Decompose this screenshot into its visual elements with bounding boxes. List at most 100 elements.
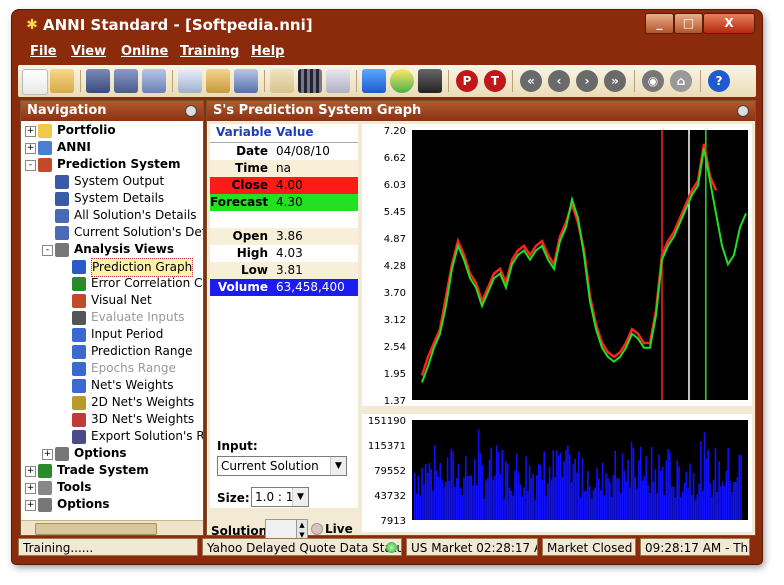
maximize-button[interactable]: □ — [674, 13, 703, 34]
volume-bar — [501, 449, 504, 520]
home-icon[interactable]: ⌂ — [670, 70, 692, 92]
tree-expander[interactable]: + — [25, 126, 36, 137]
binoculars-icon[interactable] — [418, 69, 442, 93]
delete-icon[interactable] — [326, 69, 350, 93]
tree-item[interactable]: Export Solution's Re — [91, 428, 203, 445]
save-all-icon[interactable] — [114, 69, 138, 93]
tree-expander[interactable]: + — [25, 143, 36, 154]
menu-online[interactable]: Online — [121, 44, 168, 59]
tree-expander[interactable]: - — [25, 160, 36, 171]
tree-item[interactable]: Evaluate Inputs — [91, 309, 185, 326]
volume-bar — [716, 492, 719, 520]
next-icon[interactable]: › — [576, 70, 598, 92]
p-button[interactable]: P — [456, 70, 478, 92]
tree-item[interactable]: System Output — [74, 173, 164, 190]
last-icon[interactable]: » — [604, 70, 626, 92]
tree-item[interactable]: Epochs Range — [91, 360, 176, 377]
wand-icon[interactable] — [270, 69, 294, 93]
tree-item[interactable]: Portfolio — [57, 122, 116, 139]
close-button[interactable]: X — [703, 13, 755, 34]
scatter-icon — [72, 277, 86, 291]
volume-bar — [525, 456, 527, 520]
volume-bar — [736, 477, 739, 520]
tree-item[interactable]: Tools — [57, 479, 91, 496]
menu-file[interactable]: File — [30, 44, 57, 59]
new-icon[interactable] — [22, 69, 48, 95]
tree-item[interactable]: Error Correlation Ch — [91, 275, 203, 292]
title-bar[interactable]: ✱ ANNI Standard - [Softpedia.nni] _ □ X — [12, 10, 762, 41]
menu-training[interactable]: Training — [180, 44, 239, 59]
tree-item[interactable]: ANNI — [57, 139, 91, 156]
pin-icon[interactable] — [737, 105, 749, 117]
copy-icon[interactable] — [178, 69, 202, 93]
volume-bar — [532, 473, 534, 520]
tree-expander[interactable]: + — [25, 500, 36, 511]
tree-item[interactable]: 3D Net's Weights — [91, 411, 194, 428]
volume-bar — [508, 487, 511, 520]
first-icon[interactable]: « — [520, 70, 542, 92]
tree-item[interactable]: Options — [74, 445, 127, 462]
plot-background — [412, 130, 748, 400]
tree-item[interactable]: Prediction System — [57, 156, 180, 173]
volume-bar — [594, 487, 596, 520]
import-icon[interactable] — [234, 69, 258, 93]
size-select[interactable]: 1.0 : 1 ▼ — [251, 487, 309, 507]
volume-bar — [634, 477, 637, 520]
tree-item[interactable]: Trade System — [57, 462, 149, 479]
chevron-down-icon[interactable]: ▼ — [292, 488, 308, 506]
volume-bar — [561, 477, 564, 520]
open-icon[interactable] — [50, 69, 74, 93]
previous-icon[interactable]: ‹ — [548, 70, 570, 92]
download-icon[interactable] — [362, 69, 386, 93]
pin-icon[interactable] — [185, 105, 197, 117]
volume-bar — [445, 481, 447, 520]
tree-item[interactable]: Current Solution's Detail — [74, 224, 203, 241]
volume-bar — [414, 473, 416, 520]
volume-bar — [448, 480, 451, 520]
horizontal-scrollbar[interactable] — [21, 520, 203, 535]
tree-expander[interactable]: + — [25, 466, 36, 477]
weights-icon[interactable] — [390, 69, 414, 93]
tree-item[interactable]: 2D Net's Weights — [91, 394, 194, 411]
grid-icon[interactable] — [298, 69, 322, 93]
info-row: Date 04/08/10 — [210, 143, 358, 160]
minimize-button[interactable]: _ — [645, 13, 674, 34]
tree-expander[interactable]: - — [42, 245, 53, 256]
input-select[interactable]: Current Solution ▼ — [217, 456, 347, 476]
tree-expander[interactable]: + — [42, 449, 53, 460]
tree-item[interactable]: Options — [57, 496, 110, 513]
volume-bar — [523, 487, 525, 520]
info-value: 63,458,400 — [276, 280, 345, 294]
tree-item[interactable]: Input Period — [91, 326, 163, 343]
tree-item[interactable]: System Details — [74, 190, 164, 207]
chevron-down-icon[interactable]: ▼ — [330, 457, 346, 475]
menu-help[interactable]: Help — [251, 44, 284, 59]
live-indicator-icon[interactable] — [311, 523, 323, 535]
volume-bar — [430, 469, 432, 520]
tree-item[interactable]: All Solution's Details — [74, 207, 197, 224]
refresh-icon[interactable] — [142, 69, 166, 93]
volume-bar — [709, 483, 711, 520]
help-icon[interactable]: ? — [708, 70, 730, 92]
tree-item[interactable]: Net's Weights — [91, 377, 174, 394]
navigation-panel: Navigation + Portfolio + ANNI - Prediction Sy… — [20, 100, 204, 536]
info-value: 4.00 — [276, 178, 303, 192]
tree-item[interactable]: Analysis Views — [74, 241, 174, 258]
folder-open-icon[interactable] — [206, 69, 230, 93]
save-icon[interactable] — [86, 69, 110, 93]
price-chart-svg: 7.20 6.62 6.03 5.45 4.87 4.28 3.70 3.12 2.54 1.95… — [384, 126, 748, 407]
volume-bar — [572, 464, 575, 520]
volume-bar — [707, 449, 709, 520]
globe-icon[interactable]: ◉ — [642, 70, 664, 92]
tree-item[interactable]: Prediction Range — [91, 343, 192, 360]
volume-bar — [636, 488, 638, 520]
volume-bar — [678, 466, 680, 520]
volume-bar — [503, 498, 505, 520]
tree-item[interactable]: Visual Net — [91, 292, 152, 309]
volume-bar — [417, 475, 420, 520]
volume-bar — [455, 477, 458, 520]
tree-expander[interactable]: + — [25, 483, 36, 494]
scroll-thumb[interactable] — [35, 523, 157, 535]
menu-view[interactable]: View — [71, 44, 106, 59]
t-button[interactable]: T — [484, 70, 506, 92]
